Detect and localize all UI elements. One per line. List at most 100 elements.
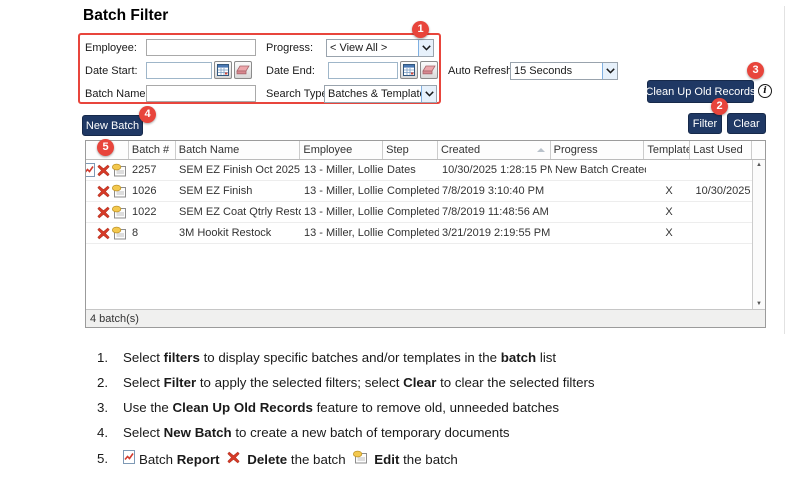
- edit-batch-icon[interactable]: [112, 163, 126, 177]
- legend-bold-text: Filter: [164, 375, 197, 390]
- search-type-label: Search Type:: [266, 88, 331, 100]
- legend-bold-text: Report: [177, 452, 220, 467]
- chevron-down-icon[interactable]: [602, 63, 617, 79]
- date-end-calendar-button[interactable]: [400, 61, 418, 79]
- date-start-calendar-button[interactable]: [214, 61, 232, 79]
- delete-batch-icon[interactable]: [97, 164, 110, 177]
- legend-item: 5.Batch Report Delete the batch Edit the…: [97, 450, 737, 468]
- row-actions-cell: [86, 226, 129, 240]
- cell-created: 3/21/2019 2:19:55 PM: [439, 227, 552, 239]
- row-actions-cell: [86, 184, 129, 198]
- chevron-down-icon[interactable]: [418, 40, 433, 56]
- table-row[interactable]: 1022SEM EZ Coat Qtrly Restock13 - Miller…: [86, 202, 765, 223]
- batch-report-icon: [123, 450, 135, 464]
- legend-item-number: 2.: [97, 375, 113, 391]
- legend-text: Select: [123, 350, 164, 365]
- column-header-scroll-spacer: [752, 141, 765, 159]
- search-type-dropdown[interactable]: Batches & Templates: [324, 85, 437, 103]
- legend-text: Select: [123, 425, 164, 440]
- sort-ascending-icon: [537, 148, 545, 152]
- legend-item: 4.Select New Batch to create a new batch…: [97, 425, 737, 441]
- date-start-input[interactable]: [146, 62, 212, 79]
- cell-step: Completed: [384, 185, 439, 197]
- row-actions-cell: [86, 163, 129, 177]
- scroll-down-icon[interactable]: ▼: [756, 301, 762, 307]
- page-edge-divider: [784, 6, 785, 334]
- edit-batch-icon[interactable]: [112, 205, 126, 219]
- edit-batch-icon[interactable]: [112, 226, 126, 240]
- column-header-step[interactable]: Step: [383, 141, 438, 159]
- column-header-created[interactable]: Created: [438, 141, 551, 159]
- callout-3-badge: 3: [747, 62, 764, 79]
- batch-name-label: Batch Name:: [85, 88, 149, 100]
- legend-bold-text: Clean Up Old Records: [173, 400, 313, 415]
- column-header-progress[interactable]: Progress: [551, 141, 645, 159]
- legend-bold-text: filters: [164, 350, 200, 365]
- callout-4-badge: 4: [139, 106, 156, 123]
- delete-batch-icon[interactable]: [97, 227, 110, 240]
- eraser-icon: [422, 65, 436, 76]
- date-start-clear-button[interactable]: [234, 61, 252, 79]
- column-header-batch-name[interactable]: Batch Name: [176, 141, 301, 159]
- progress-dropdown[interactable]: < View All >: [326, 39, 434, 57]
- legend-item-number: 4.: [97, 425, 113, 441]
- edit-batch-icon: [353, 450, 367, 464]
- legend-text: list: [536, 350, 556, 365]
- batch-name-input[interactable]: [146, 85, 256, 102]
- table-row[interactable]: 1026SEM EZ Finish13 - Miller, LollieComp…: [86, 181, 765, 202]
- progress-label: Progress:: [266, 42, 313, 54]
- table-row[interactable]: 2257SEM EZ Finish Oct 202513 - Miller, L…: [86, 160, 765, 181]
- cell-created: 7/8/2019 11:48:56 AM: [439, 206, 552, 218]
- legend-item: 3.Use the Clean Up Old Records feature t…: [97, 400, 737, 416]
- legend-item: 2.Select Filter to apply the selected fi…: [97, 375, 737, 391]
- legend-list: 1. Select filters to display specific bat…: [97, 350, 737, 477]
- edit-batch-icon[interactable]: [112, 184, 126, 198]
- cell-batch-name: 3M Hookit Restock: [176, 227, 301, 239]
- legend-bold-text: Clear: [403, 375, 436, 390]
- legend-item-number: 5.: [97, 451, 113, 467]
- info-icon[interactable]: i: [758, 84, 772, 98]
- legend-item-text: Select filters to display specific batch…: [123, 350, 556, 366]
- chevron-down-icon[interactable]: [421, 86, 436, 102]
- table-row[interactable]: 83M Hookit Restock13 - Miller, LollieCom…: [86, 223, 765, 244]
- column-header-batch-[interactable]: Batch #: [129, 141, 176, 159]
- legend-text: to clear the selected filters: [436, 375, 594, 390]
- cell-batch-num: 8: [129, 227, 176, 239]
- cell-step: Completed: [384, 206, 439, 218]
- cell-step: Completed: [384, 227, 439, 239]
- cell-template: X: [646, 185, 692, 197]
- auto-refresh-label: Auto Refresh:: [448, 65, 515, 77]
- cell-batch-name: SEM EZ Finish Oct 2025: [176, 164, 301, 176]
- batch-count: 4 batch(s): [90, 313, 139, 325]
- scroll-up-icon[interactable]: ▲: [756, 162, 762, 168]
- column-header-template[interactable]: Template: [644, 141, 690, 159]
- legend-text: Select: [123, 375, 164, 390]
- delete-batch-icon: [227, 451, 240, 464]
- column-header-label: Template: [647, 144, 690, 156]
- batch-report-icon[interactable]: [86, 163, 95, 177]
- legend-bold-text: Delete: [247, 452, 287, 467]
- callout-2-badge: 2: [711, 98, 728, 115]
- delete-batch-icon[interactable]: [97, 185, 110, 198]
- filter-button[interactable]: Filter: [688, 113, 722, 134]
- employee-input[interactable]: [146, 39, 256, 56]
- legend-text: to display specific batches and/or templ…: [200, 350, 501, 365]
- column-header-last-used[interactable]: Last Used: [690, 141, 752, 159]
- clear-button[interactable]: Clear: [727, 113, 766, 134]
- clean-up-old-records-button[interactable]: Clean Up Old Records: [647, 80, 754, 103]
- callout-5-badge: 5: [97, 139, 114, 156]
- legend-bold-text: Edit: [374, 452, 399, 467]
- date-end-input[interactable]: [328, 62, 398, 79]
- cell-batch-name: SEM EZ Coat Qtrly Restock: [176, 206, 301, 218]
- employee-label: Employee:: [85, 42, 137, 54]
- delete-batch-icon[interactable]: [97, 206, 110, 219]
- column-header-employee[interactable]: Employee: [300, 141, 383, 159]
- cell-batch-num: 1026: [129, 185, 176, 197]
- cell-progress: New Batch Created: [552, 164, 646, 176]
- cell-employee: 13 - Miller, Lollie: [301, 206, 384, 218]
- vertical-scrollbar[interactable]: ▲ ▼: [752, 160, 765, 309]
- legend-item-number: 1.: [97, 350, 113, 366]
- auto-refresh-dropdown[interactable]: 15 Seconds: [510, 62, 618, 80]
- date-end-clear-button[interactable]: [420, 61, 438, 79]
- new-batch-button[interactable]: New Batch: [82, 115, 143, 136]
